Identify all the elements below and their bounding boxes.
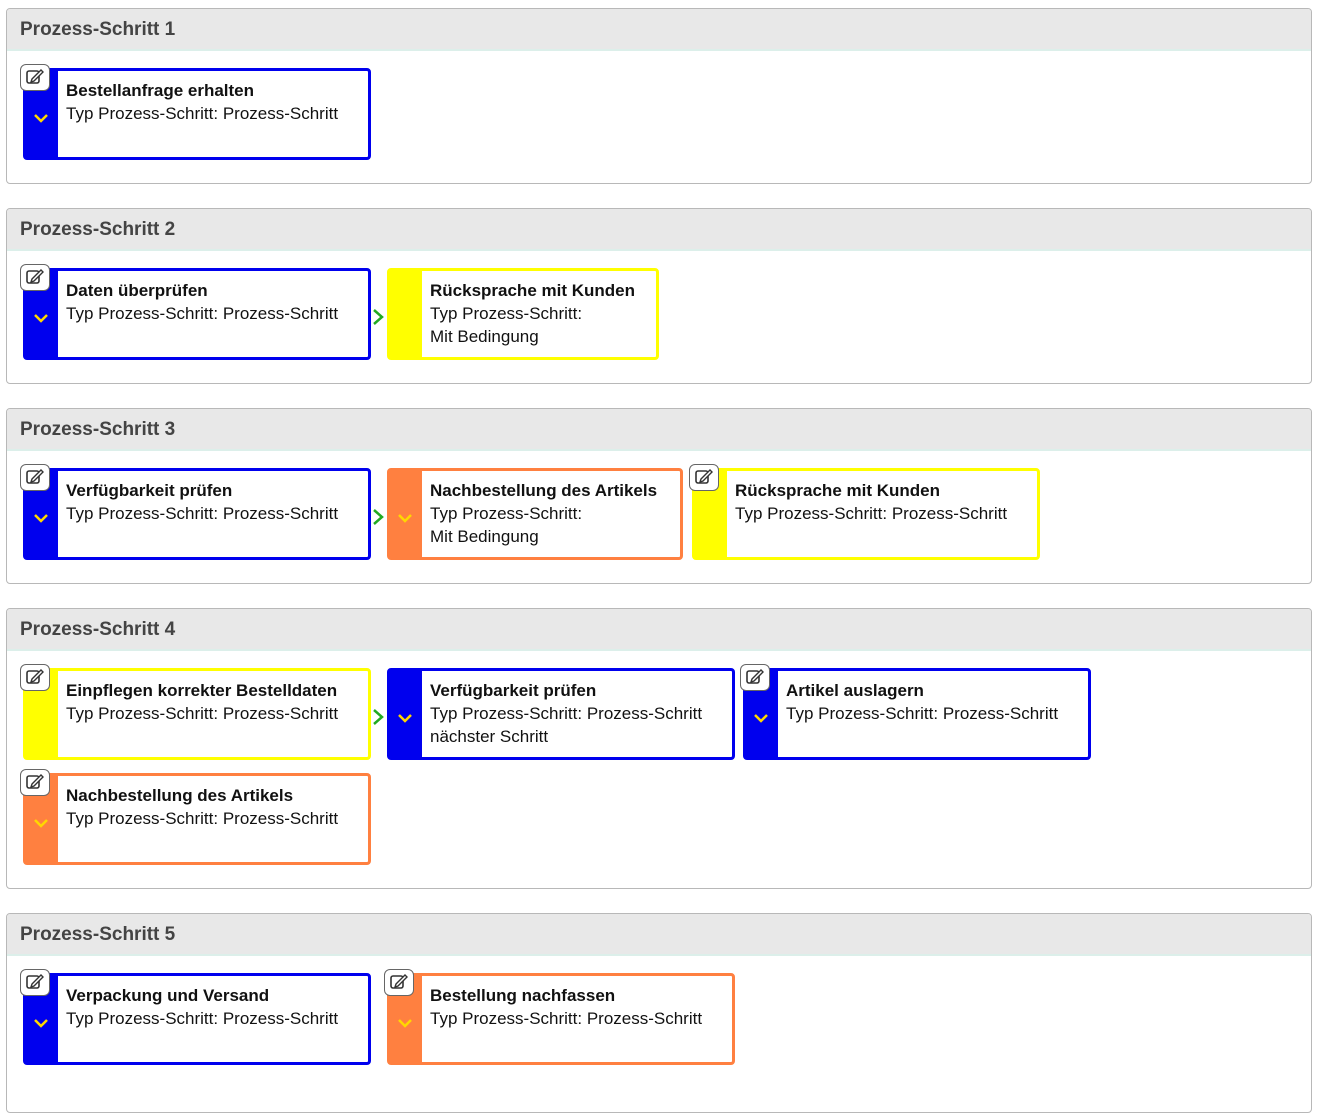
process-card[interactable]: Nachbestellung des Artikels Typ Prozess-… xyxy=(387,468,683,560)
card-title: Daten überprüfen xyxy=(66,281,208,300)
connector-arrow-icon xyxy=(373,709,384,725)
card-title: Bestellung nachfassen xyxy=(430,986,616,1005)
edit-icon xyxy=(26,974,44,989)
chevron-down-icon[interactable] xyxy=(33,818,49,828)
panel-header: Prozess-Schritt 3 xyxy=(7,409,1311,451)
process-card[interactable]: Bestellung nachfassen Typ Prozess-Schrit… xyxy=(387,973,735,1065)
process-card[interactable]: Artikel auslagern Typ Prozess-Schritt: P… xyxy=(743,668,1091,760)
process-card[interactable]: Bestellanfrage erhalten Typ Prozess-Schr… xyxy=(23,68,371,160)
edit-button[interactable] xyxy=(384,969,414,996)
panel-header: Prozess-Schritt 2 xyxy=(7,209,1311,251)
card-type: Typ Prozess-Schritt: Prozess-Schritt xyxy=(786,704,1059,723)
edit-button[interactable] xyxy=(689,464,719,491)
card-title: Verfügbarkeit prüfen xyxy=(66,481,233,500)
card-title: Rücksprache mit Kunden xyxy=(735,481,940,500)
panel-header: Prozess-Schritt 4 xyxy=(7,609,1311,651)
card-title: Rücksprache mit Kunden xyxy=(430,281,635,300)
card-type: Typ Prozess-Schritt: Prozess-Schritt xyxy=(430,1009,703,1028)
edit-button[interactable] xyxy=(740,664,770,691)
connector-arrow-icon xyxy=(373,509,384,525)
chevron-down-icon[interactable] xyxy=(33,313,49,323)
edit-button[interactable] xyxy=(20,769,50,796)
panel-title: Prozess-Schritt 4 xyxy=(20,619,176,640)
card-type: Typ Prozess-Schritt: Prozess-Schritt xyxy=(66,809,339,828)
card-title: Einpflegen korrekter Bestelldaten xyxy=(66,681,338,700)
card-type: Typ Prozess-Schritt: Prozess-Schritt xyxy=(735,504,1008,523)
card-type: Typ Prozess-Schritt: Prozess-Schritt xyxy=(66,104,339,123)
card-type: Typ Prozess-Schritt: Prozess-Schritt xyxy=(66,504,339,523)
edit-icon xyxy=(695,469,713,484)
card-title: Artikel auslagern xyxy=(786,681,924,700)
process-card[interactable]: Einpflegen korrekter Bestelldaten Typ Pr… xyxy=(23,668,371,760)
edit-icon xyxy=(26,469,44,484)
panel-title: Prozess-Schritt 1 xyxy=(20,19,176,40)
card-condition: Mit Bedingung xyxy=(430,527,539,546)
chevron-down-icon[interactable] xyxy=(33,513,49,523)
process-card[interactable]: Verfügbarkeit prüfen Typ Prozess-Schritt… xyxy=(387,668,735,760)
chevron-down-icon[interactable] xyxy=(397,1018,413,1028)
process-card[interactable]: Verfügbarkeit prüfen Typ Prozess-Schritt… xyxy=(23,468,371,560)
card-title: Verpackung und Versand xyxy=(66,986,270,1005)
connector-arrow-icon xyxy=(373,309,384,325)
edit-icon xyxy=(26,774,44,789)
card-type: Typ Prozess-Schritt: Prozess-Schritt xyxy=(430,704,703,723)
panel-title: Prozess-Schritt 5 xyxy=(20,924,176,945)
process-card[interactable]: Nachbestellung des Artikels Typ Prozess-… xyxy=(23,773,371,865)
chevron-down-icon[interactable] xyxy=(397,513,413,523)
card-title: Bestellanfrage erhalten xyxy=(66,81,255,100)
card-type: Typ Prozess-Schritt: Prozess-Schritt xyxy=(66,304,339,323)
chevron-down-icon[interactable] xyxy=(33,1018,49,1028)
process-card[interactable]: Rücksprache mit Kunden Typ Prozess-Schri… xyxy=(692,468,1040,560)
edit-button[interactable] xyxy=(20,64,50,91)
card-condition: Mit Bedingung xyxy=(430,327,539,346)
card-type: Typ Prozess-Schritt: xyxy=(430,304,583,323)
edit-button[interactable] xyxy=(20,969,50,996)
card-type: Typ Prozess-Schritt: xyxy=(430,504,583,523)
edit-icon xyxy=(390,974,408,989)
card-next-step: nächster Schritt xyxy=(430,727,549,746)
panel-header: Prozess-Schritt 1 xyxy=(7,9,1311,51)
panel-header: Prozess-Schritt 5 xyxy=(7,914,1311,956)
card-type: Typ Prozess-Schritt: Prozess-Schritt xyxy=(66,704,339,723)
edit-icon xyxy=(746,669,764,684)
process-card[interactable]: Verpackung und Versand Typ Prozess-Schri… xyxy=(23,973,371,1065)
card-title: Nachbestellung des Artikels xyxy=(430,481,658,500)
card-title: Verfügbarkeit prüfen xyxy=(430,681,597,700)
edit-button[interactable] xyxy=(20,464,50,491)
edit-icon xyxy=(26,669,44,684)
edit-button[interactable] xyxy=(20,264,50,291)
panel-title: Prozess-Schritt 3 xyxy=(20,419,176,440)
process-card[interactable]: Rücksprache mit Kunden Typ Prozess-Schri… xyxy=(387,268,659,360)
card-type: Typ Prozess-Schritt: Prozess-Schritt xyxy=(66,1009,339,1028)
edit-icon xyxy=(26,69,44,84)
chevron-down-icon[interactable] xyxy=(33,113,49,123)
panel-title: Prozess-Schritt 2 xyxy=(20,219,176,240)
edit-icon xyxy=(26,269,44,284)
chevron-down-icon[interactable] xyxy=(753,713,769,723)
chevron-down-icon[interactable] xyxy=(397,713,413,723)
card-color-strip xyxy=(390,271,422,357)
process-card[interactable]: Daten überprüfen Typ Prozess-Schritt: Pr… xyxy=(23,268,371,360)
card-title: Nachbestellung des Artikels xyxy=(66,786,294,805)
edit-button[interactable] xyxy=(20,664,50,691)
